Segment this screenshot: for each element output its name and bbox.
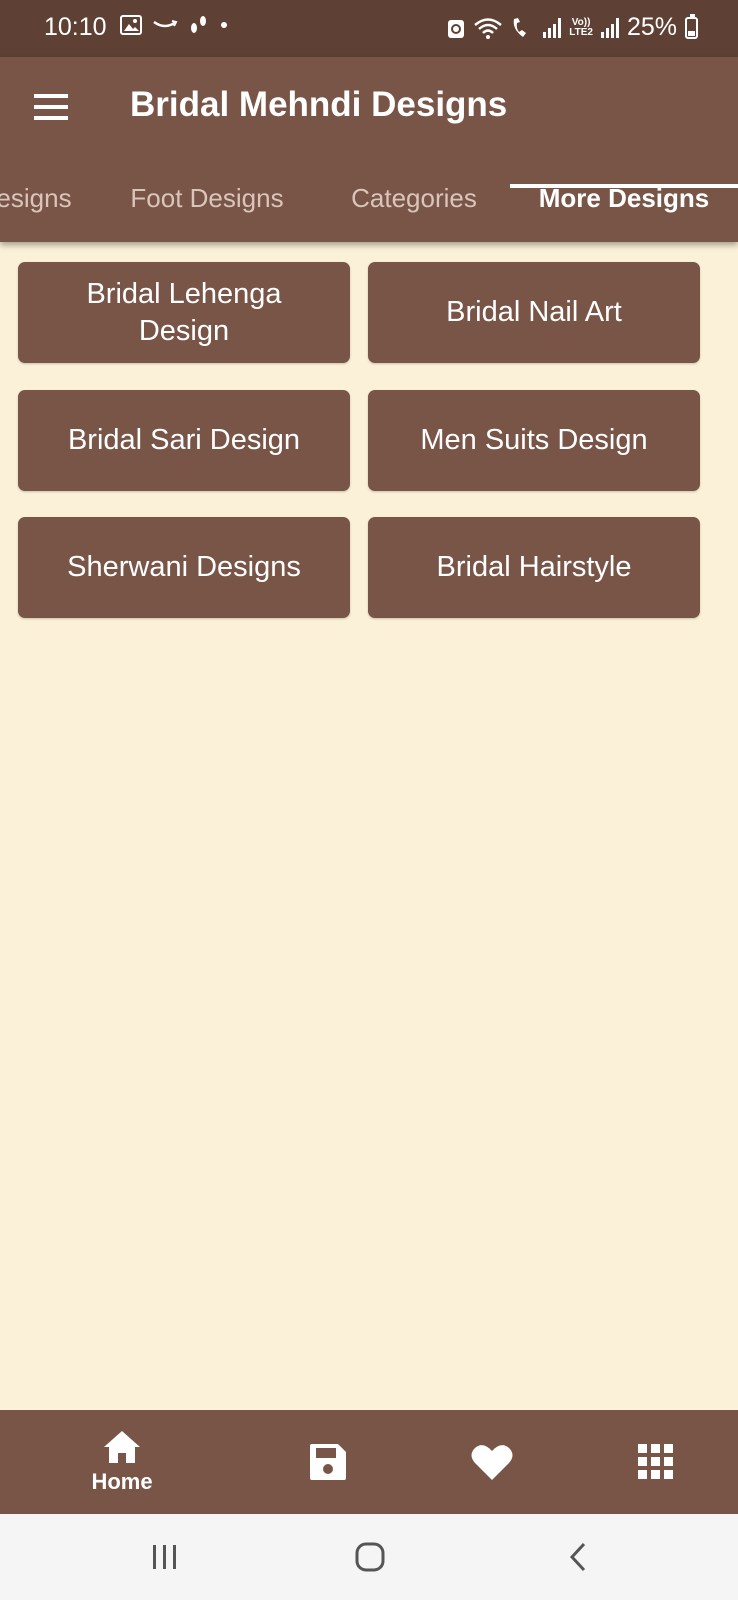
footsteps-notification-icon — [191, 16, 206, 33]
battery-percentage: 25% — [626, 13, 677, 41]
home-circle-icon — [355, 1542, 385, 1572]
grid-apps-icon — [638, 1444, 673, 1479]
tab-bar: esigns Foot Designs Categories More Desi… — [0, 167, 738, 242]
tab-more-designs[interactable]: More Designs — [516, 167, 732, 242]
nav-home-label: Home — [91, 1469, 153, 1494]
save-icon — [310, 1444, 346, 1480]
status-system-icons: Vo)) LTE2 25% — [447, 13, 698, 42]
sherwani-designs-button[interactable]: Sherwani Designs — [18, 517, 350, 618]
amazon-notification-icon — [153, 20, 178, 28]
volte-icon: Vo)) LTE2 — [569, 16, 593, 38]
nav-home[interactable]: Home — [72, 1410, 172, 1514]
status-notification-icons — [120, 14, 228, 36]
dot-notification-icon — [221, 22, 227, 28]
bridal-sari-design-button[interactable]: Bridal Sari Design — [18, 390, 350, 491]
recent-apps-icon — [153, 1545, 176, 1569]
men-suits-design-button[interactable]: Men Suits Design — [368, 390, 700, 491]
gallery-notification-icon — [120, 15, 142, 35]
back-icon — [569, 1542, 586, 1572]
tab-categories[interactable]: Categories — [330, 167, 498, 242]
signal-strength-icon-2 — [600, 17, 619, 38]
bridal-hairstyle-button[interactable]: Bridal Hairstyle — [368, 517, 700, 618]
bridal-lehenga-design-button[interactable]: Bridal Lehenga Design — [18, 262, 350, 363]
wifi-calling-icon — [513, 17, 527, 37]
status-bar: 10:10 Vo)) LTE2 25% — [0, 0, 738, 57]
active-tab-indicator — [510, 184, 738, 188]
tab-foot-designs[interactable]: Foot Designs — [110, 167, 304, 242]
bridal-nail-art-button[interactable]: Bridal Nail Art — [368, 262, 700, 363]
app-bar: Bridal Mehndi Designs esigns Foot Design… — [0, 57, 738, 242]
nav-more-apps[interactable] — [616, 1410, 696, 1514]
system-back-button[interactable] — [548, 1514, 608, 1600]
battery-icon — [685, 13, 698, 39]
home-icon — [104, 1431, 140, 1463]
tab-hand-designs[interactable]: esigns — [0, 167, 72, 242]
bottom-navigation-bar: Home — [0, 1410, 738, 1514]
wifi-icon — [474, 17, 503, 39]
system-navigation-bar — [0, 1514, 738, 1600]
system-home-button[interactable] — [340, 1514, 400, 1600]
status-time: 10:10 — [44, 13, 107, 41]
recent-apps-button[interactable] — [135, 1514, 195, 1600]
nav-favorites[interactable] — [452, 1410, 532, 1514]
recycle-icon — [448, 19, 465, 38]
hamburger-menu-icon[interactable] — [34, 94, 68, 120]
nav-save[interactable] — [288, 1410, 368, 1514]
heart-icon — [471, 1445, 513, 1480]
app-title: Bridal Mehndi Designs — [130, 85, 508, 124]
signal-strength-icon-1 — [543, 17, 562, 38]
